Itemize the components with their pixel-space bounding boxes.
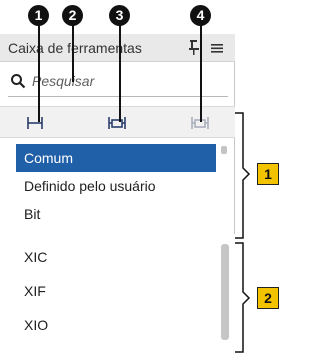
badge-2: 2	[257, 287, 279, 309]
search-row	[8, 68, 228, 97]
element-item-xio[interactable]: XIO	[24, 317, 48, 333]
category-item-definido-pelo-usuario[interactable]: Definido pelo usuário	[16, 172, 216, 200]
badge-1: 1	[257, 163, 279, 185]
callout-3-line	[119, 24, 121, 122]
callout-4: 4	[190, 5, 211, 26]
callout-1-line	[38, 24, 40, 122]
element-scrollbar[interactable]	[221, 244, 229, 340]
callout-2: 2	[62, 5, 83, 26]
toolbox-title: Caixa de ferramentas	[8, 40, 142, 56]
callout-3: 3	[109, 5, 130, 26]
element-item-xif[interactable]: XIF	[24, 283, 46, 299]
contact-instruction-icon[interactable]	[24, 112, 46, 132]
callout-4-line	[200, 24, 202, 122]
category-item-comum[interactable]: Comum	[16, 144, 216, 172]
menu-icon[interactable]	[210, 40, 224, 56]
search-input[interactable]	[32, 70, 222, 92]
bracket-2	[235, 242, 251, 353]
callout-2-line	[72, 24, 74, 82]
element-list-panel: XIC XIF XIO	[0, 237, 235, 353]
category-item-controle-de-programa[interactable]: Controle de programa	[16, 226, 216, 234]
element-item-xic[interactable]: XIC	[24, 249, 47, 265]
category-list: Comum Definido pelo usuário Bit Controle…	[0, 138, 235, 234]
category-item-bit[interactable]: Bit	[16, 200, 216, 228]
box-instruction-icon[interactable]	[106, 112, 128, 132]
bracket-1	[235, 112, 251, 239]
category-scrollbar[interactable]	[221, 146, 227, 154]
callout-1: 1	[28, 5, 49, 26]
pin-icon[interactable]	[187, 39, 201, 55]
search-icon	[10, 73, 26, 89]
